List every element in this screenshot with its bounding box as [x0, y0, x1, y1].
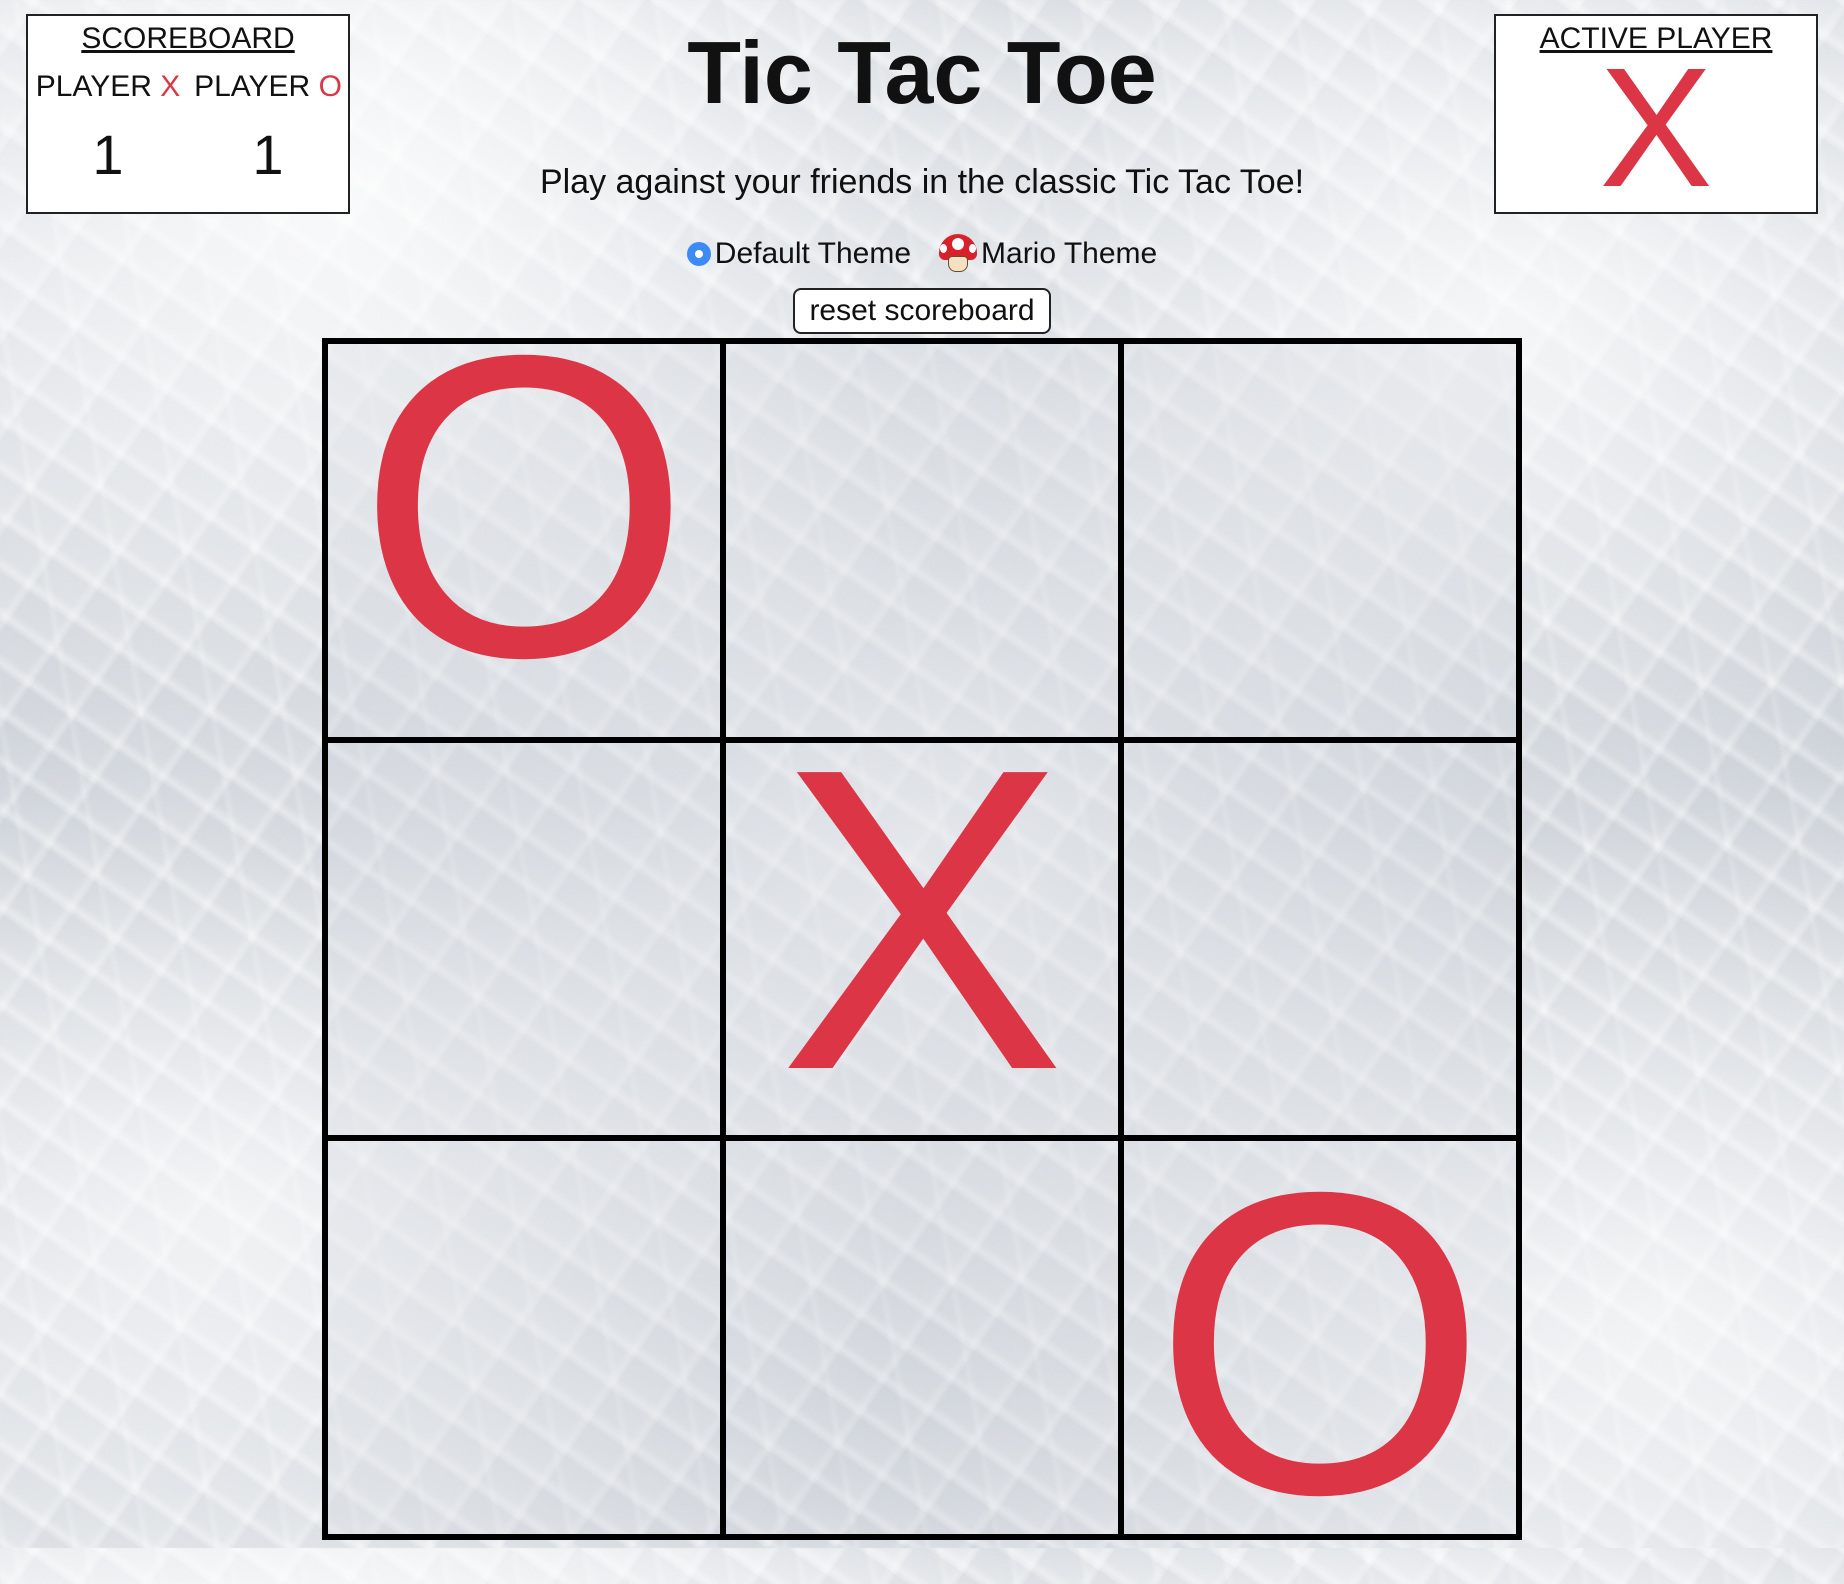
active-player-panel: ACTIVE PLAYER X	[1494, 14, 1818, 214]
board-cell[interactable]: X	[723, 705, 1121, 1139]
player-o-mark: O	[318, 70, 342, 103]
default-theme-label: Default Theme	[714, 237, 912, 270]
board-cell[interactable]: O	[325, 292, 723, 740]
radio-selected-icon[interactable]	[686, 242, 711, 266]
mario-theme-label: Mario Theme	[981, 237, 1158, 270]
player-x-label-text: PLAYER	[35, 70, 152, 103]
default-theme-option[interactable]: Default Theme	[686, 237, 912, 271]
player-x-column: PLAYER X 1	[33, 70, 183, 187]
reset-scoreboard-button[interactable]: reset scoreboard	[793, 288, 1051, 334]
player-o-label-text: PLAYER	[194, 70, 311, 103]
board-cell[interactable]	[325, 739, 723, 1139]
cell-mark: O	[356, 267, 692, 747]
subtitle: Play against your friends in the classic…	[539, 163, 1305, 201]
player-o-score: 1	[252, 123, 284, 186]
game-board: O X O	[322, 292, 1522, 1559]
cell-mark: X	[778, 679, 1066, 1160]
player-x-score: 1	[92, 123, 124, 186]
board-cell[interactable]	[1121, 341, 1519, 740]
scoreboard-players: PLAYER X 1 PLAYER O 1	[28, 70, 348, 187]
board-cell[interactable]	[723, 1138, 1121, 1537]
page-title: Tic Tac Toe	[687, 23, 1157, 122]
scoreboard: SCOREBOARD PLAYER X 1 PLAYER O 1	[26, 14, 350, 214]
player-o-column: PLAYER O 1	[193, 70, 343, 187]
scoreboard-title: SCOREBOARD	[81, 22, 295, 55]
player-x-mark: X	[160, 70, 181, 103]
player-o-label: PLAYER O	[193, 70, 343, 104]
board-cell[interactable]: O	[1121, 1129, 1519, 1559]
cell-mark: O	[1152, 1104, 1488, 1584]
active-player-mark: X	[1599, 33, 1713, 223]
board-cell[interactable]	[1121, 739, 1519, 1139]
board-cell[interactable]	[325, 1138, 723, 1537]
player-x-label: PLAYER X	[33, 70, 183, 104]
mushroom-icon[interactable]	[939, 234, 978, 274]
mario-theme-option[interactable]: Mario Theme	[939, 234, 1157, 274]
